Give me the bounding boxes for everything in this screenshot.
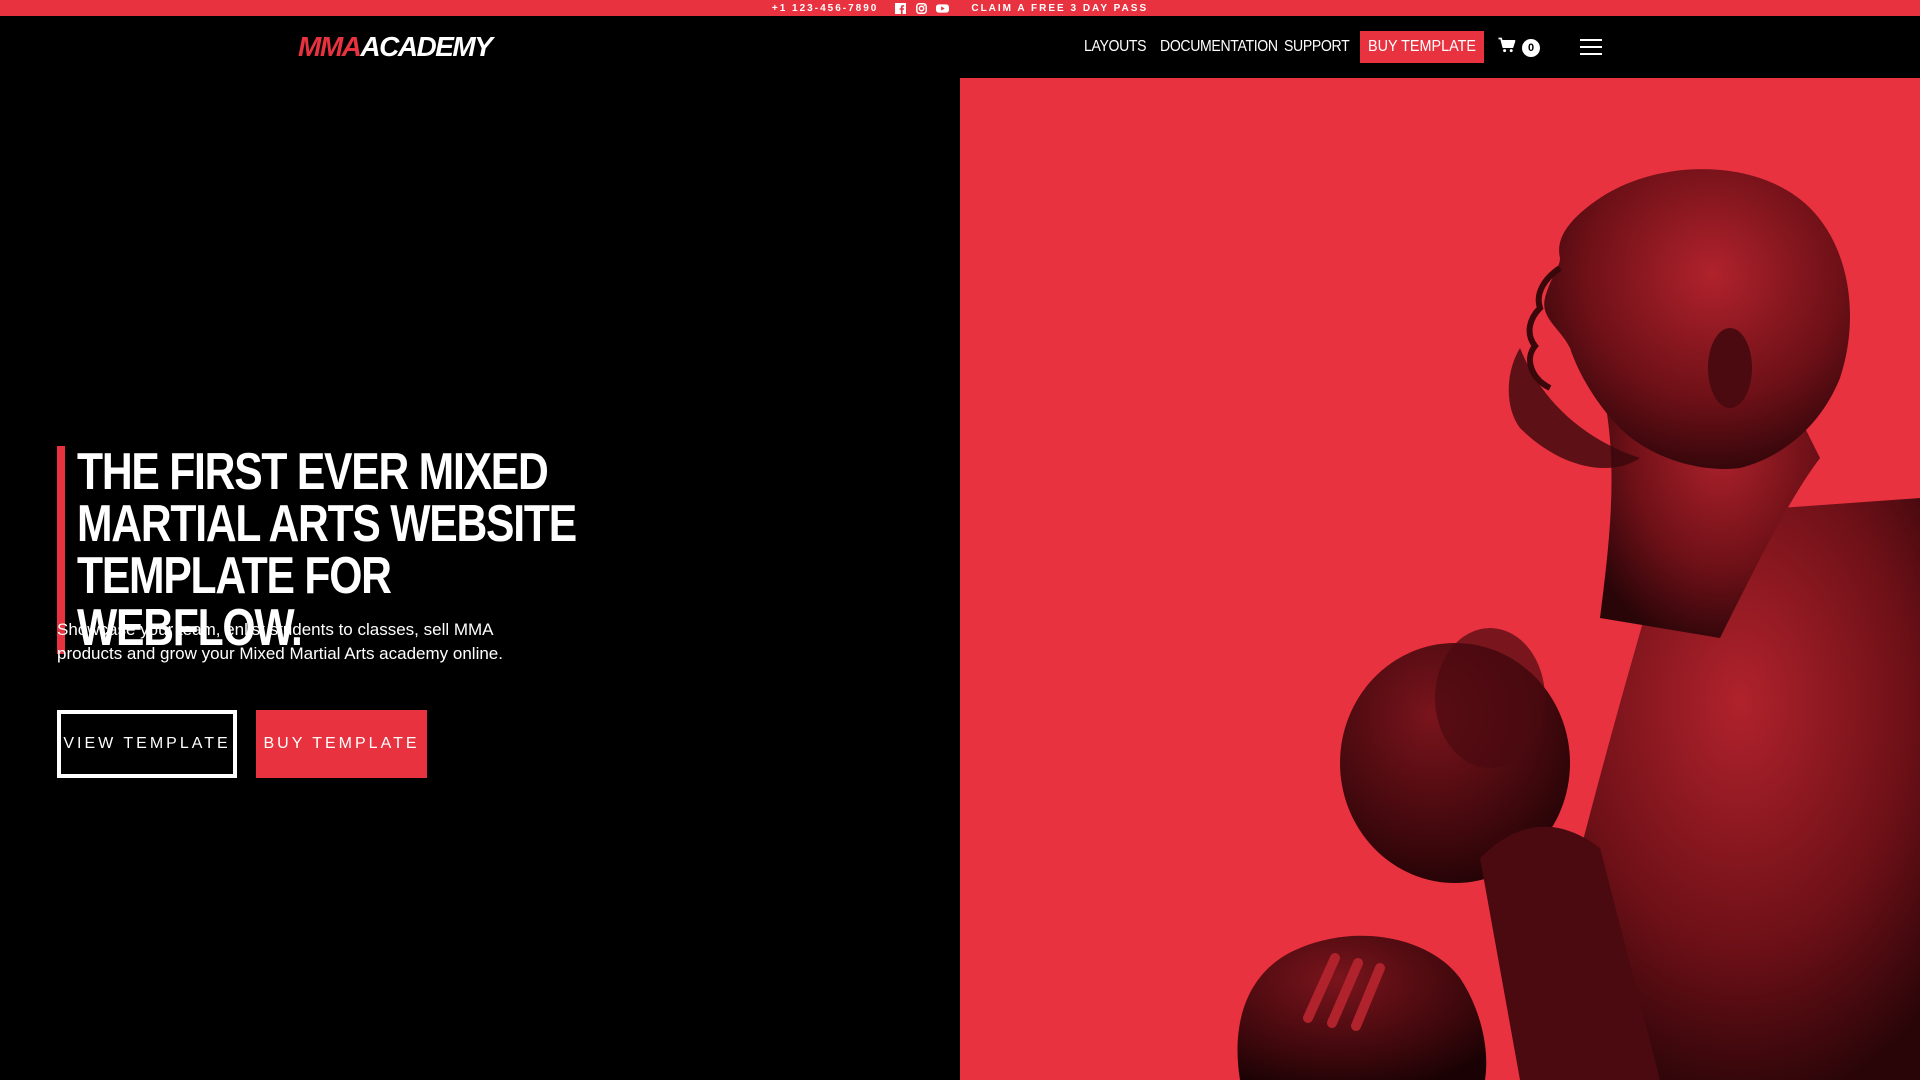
logo-academy: ACADEMY xyxy=(360,31,493,62)
facebook-icon[interactable] xyxy=(894,2,907,15)
buy-template-button[interactable]: BUY TEMPLATE xyxy=(256,710,427,778)
hamburger-menu-icon[interactable] xyxy=(1580,37,1602,57)
fighter-silhouette xyxy=(1237,169,1920,1080)
view-template-label: VIEW TEMPLATE xyxy=(63,735,231,752)
youtube-icon[interactable] xyxy=(936,2,950,15)
announcement-bar: +1 123-456-7890 CLAIM A FREE 3 DAY PASS xyxy=(0,0,1920,16)
navbar: MMAACADEMY LAYOUTS DOCUMENTATION SUPPORT… xyxy=(0,16,1920,78)
view-template-button[interactable]: VIEW TEMPLATE xyxy=(57,710,237,778)
hero-fighter-image xyxy=(960,78,1920,1080)
cart-icon xyxy=(1498,37,1516,58)
logo-mma: MMA xyxy=(298,31,362,62)
cart-button[interactable]: 0 xyxy=(1498,37,1540,58)
instagram-icon[interactable] xyxy=(915,2,928,15)
buy-template-label: BUY TEMPLATE xyxy=(263,735,420,752)
social-links xyxy=(894,2,950,15)
nav-link-documentation[interactable]: DOCUMENTATION xyxy=(1160,38,1278,56)
nav-buy-template-button[interactable]: BUY TEMPLATE xyxy=(1360,31,1484,63)
nav-link-layouts[interactable]: LAYOUTS xyxy=(1084,38,1147,56)
nav-link-support[interactable]: SUPPORT xyxy=(1284,38,1350,56)
cart-count-badge: 0 xyxy=(1522,38,1540,57)
hero-subtext: Showcase your team, enlist students to c… xyxy=(57,620,503,663)
nav-buy-template-label: BUY TEMPLATE xyxy=(1367,38,1477,55)
phone-number[interactable]: +1 123-456-7890 xyxy=(772,3,878,14)
claim-free-pass-link[interactable]: CLAIM A FREE 3 DAY PASS xyxy=(971,3,1148,14)
logo[interactable]: MMAACADEMY xyxy=(298,31,493,62)
